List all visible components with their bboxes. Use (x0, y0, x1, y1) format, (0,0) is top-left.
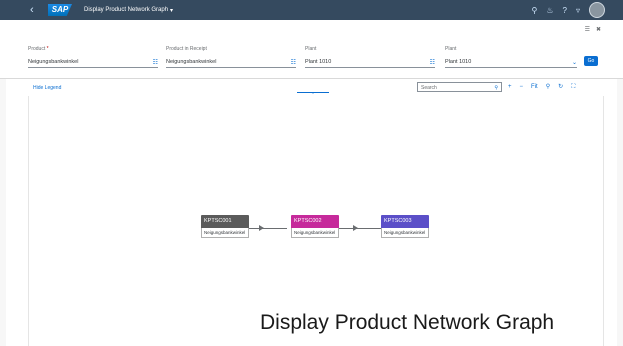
product-input[interactable]: Neigungsbankwinkel ☷ (28, 57, 158, 68)
video-caption: Display Product Network Graph (260, 311, 555, 334)
chevron-down-icon[interactable]: ⌄ (572, 59, 577, 66)
zoom-in-icon[interactable]: + (508, 82, 512, 92)
arrow-icon (353, 225, 358, 231)
product-label: Product * (28, 46, 49, 52)
graph-node[interactable]: KPTSC003 Neigungsbankwinkel (381, 215, 429, 238)
sap-logo[interactable]: SAP (48, 4, 72, 16)
node-header: KPTSC003 (381, 215, 429, 228)
search-icon[interactable]: ⚲ (532, 6, 538, 15)
plant-field: Plant Plant 1010 ☷ (305, 46, 435, 68)
plant2-input[interactable]: Plant 1010 ⌄ (445, 57, 577, 68)
app-title[interactable]: Display Product Network Graph (84, 7, 168, 13)
refresh-icon[interactable]: ↻ (558, 82, 563, 92)
graph-toolbar: Hide Legend Search ⚲ + − Fit ⚲ ↻ ⛶ (0, 80, 623, 96)
go-button[interactable]: Go (584, 56, 598, 66)
adapt-filters-icon[interactable]: ☰ (585, 26, 590, 33)
filter-icons: ☰ ✖ (585, 26, 601, 33)
zoom-out-icon[interactable]: − (520, 82, 524, 92)
product-receipt-label: Product in Receipt (166, 46, 207, 52)
back-arrow-icon[interactable]: ‹ (30, 4, 42, 16)
avatar[interactable] (589, 2, 605, 18)
bell-icon[interactable]: ♨ (546, 6, 553, 15)
graph-node[interactable]: KPTSC001 Neigungsbankwinkel (201, 215, 249, 238)
search-icon[interactable]: ⚲ (494, 83, 498, 93)
product-field: Product * Neigungsbankwinkel ☷ (28, 46, 158, 68)
product-receipt-input[interactable]: Neigungsbankwinkel ☷ (166, 57, 296, 68)
chevron-down-icon[interactable]: ▾ (170, 7, 173, 14)
fullscreen-icon[interactable]: ⛶ (571, 82, 575, 92)
graph-edge (249, 228, 287, 229)
value-help-icon[interactable]: ☷ (153, 59, 158, 66)
user-icon[interactable]: ▿ (576, 6, 580, 15)
node-header: KPTSC001 (201, 215, 249, 228)
plant-value: Plant 1010 (305, 59, 332, 65)
shell-bar: ‹ SAP Display Product Network Graph ▾ ⚲ … (0, 0, 623, 20)
plant-label: Plant (305, 46, 317, 52)
toolbar-buttons: + − Fit ⚲ ↻ ⛶ (508, 82, 575, 92)
node-subtitle: Neigungsbankwinkel (381, 228, 429, 238)
search-icon[interactable]: ⚲ (546, 82, 550, 92)
plant-input[interactable]: Plant 1010 ☷ (305, 57, 435, 68)
fit-button[interactable]: Fit (531, 82, 538, 92)
graph-edge (339, 228, 381, 229)
filter-bar: ☰ ✖ Product * Neigungsbankwinkel ☷ Produ… (0, 20, 623, 98)
graph-search-input[interactable]: Search ⚲ (417, 82, 502, 92)
plant2-label: Plant (445, 46, 457, 52)
expand-icon[interactable]: ✖ (596, 26, 601, 33)
search-placeholder: Search (421, 85, 437, 91)
plant2-field: Plant Plant 1010 ⌄ (445, 46, 577, 68)
node-header: KPTSC002 (291, 215, 339, 228)
arrow-icon (259, 225, 264, 231)
graph-canvas[interactable]: KPTSC001 Neigungsbankwinkel KPTSC002 Nei… (28, 96, 604, 346)
node-subtitle: Neigungsbankwinkel (201, 228, 249, 238)
graph-node[interactable]: KPTSC002 Neigungsbankwinkel (291, 215, 339, 238)
product-receipt-value: Neigungsbankwinkel (166, 59, 217, 65)
help-icon[interactable]: ? (563, 6, 567, 15)
product-value: Neigungsbankwinkel (28, 59, 79, 65)
plant2-value: Plant 1010 (445, 59, 472, 65)
node-subtitle: Neigungsbankwinkel (291, 228, 339, 238)
value-help-icon[interactable]: ☷ (291, 59, 296, 66)
value-help-icon[interactable]: ☷ (430, 59, 435, 66)
shell-actions: ⚲ ♨ ? ▿ (532, 0, 605, 20)
product-receipt-field: Product in Receipt Neigungsbankwinkel ☷ (166, 46, 296, 68)
hide-legend-link[interactable]: Hide Legend (33, 85, 61, 91)
